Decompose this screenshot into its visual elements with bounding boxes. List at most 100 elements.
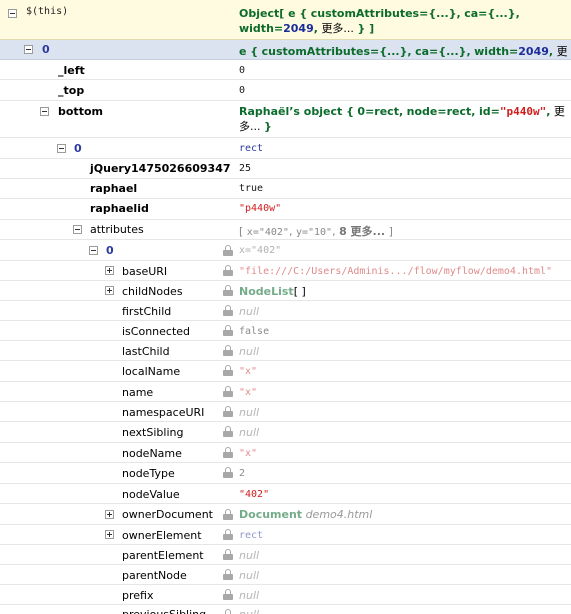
tree-row-isconnected[interactable]: isConnected false bbox=[0, 321, 571, 341]
property-value[interactable]: false bbox=[239, 326, 567, 337]
expand-toggle[interactable] bbox=[105, 510, 114, 519]
tree-row-ownerelement[interactable]: ownerElement rect bbox=[0, 525, 571, 545]
lock-icon bbox=[223, 609, 233, 614]
property-value[interactable]: Object[ e { customAttributes={...}, ca={… bbox=[239, 6, 531, 36]
summary-str: "p440w" bbox=[499, 105, 547, 118]
property-value[interactable]: "p440w" bbox=[239, 203, 567, 214]
property-value[interactable]: [ x="402", y="10", 8 更多... ] bbox=[239, 223, 567, 239]
property-value[interactable]: null bbox=[239, 569, 567, 582]
type-name: Object bbox=[239, 7, 280, 20]
property-key: attributes bbox=[90, 223, 144, 236]
summary-val: rect bbox=[374, 105, 399, 118]
property-key: prefix bbox=[122, 589, 154, 602]
property-value[interactable]: 2 bbox=[239, 468, 567, 479]
property-value[interactable]: "x" bbox=[239, 387, 567, 398]
lock-icon bbox=[223, 426, 233, 437]
property-value[interactable]: null bbox=[239, 549, 567, 562]
property-value[interactable]: "x" bbox=[239, 448, 567, 459]
tree-row-lastchild[interactable]: lastChild null bbox=[0, 341, 571, 361]
bracket-close: ] bbox=[385, 225, 393, 238]
lock-icon bbox=[223, 406, 233, 417]
tree-row-bottom[interactable]: bottom Raphaël’s object { 0=rect, node=r… bbox=[0, 101, 571, 138]
lock-icon bbox=[223, 245, 233, 256]
bracket-open: [ e { bbox=[279, 7, 308, 20]
tree-row-firstchild[interactable]: firstChild null bbox=[0, 301, 571, 321]
tree-row-0[interactable]: 0 e { customAttributes={...}, ca={...}, … bbox=[0, 40, 571, 60]
collapse-toggle[interactable] bbox=[24, 45, 33, 54]
tree-row-top[interactable]: _top 0 bbox=[0, 80, 571, 101]
summary-key: customAttributes bbox=[261, 45, 370, 58]
property-key: ownerElement bbox=[122, 529, 202, 542]
tree-row-nodename[interactable]: nodeName "x" bbox=[0, 443, 571, 463]
property-value[interactable]: Raphaël’s object { 0=rect, node=rect, id… bbox=[239, 104, 567, 134]
tree-row-prefix[interactable]: prefix null bbox=[0, 585, 571, 605]
property-key: name bbox=[122, 386, 154, 399]
property-value[interactable]: rect bbox=[239, 143, 567, 154]
property-key: 0 bbox=[106, 244, 114, 257]
tree-row-parentnode[interactable]: parentNode null bbox=[0, 565, 571, 585]
tree-row-parentelement[interactable]: parentElement null bbox=[0, 545, 571, 565]
collapse-toggle[interactable] bbox=[40, 107, 49, 116]
tree-row-left[interactable]: _left 0 bbox=[0, 60, 571, 80]
property-value[interactable]: null bbox=[239, 345, 567, 358]
lock-icon bbox=[223, 589, 233, 600]
summary-key: ca bbox=[464, 7, 479, 20]
expand-toggle[interactable] bbox=[105, 286, 114, 295]
property-key: parentNode bbox=[122, 569, 187, 582]
tree-row-nodetype[interactable]: nodeType 2 bbox=[0, 463, 571, 484]
property-value[interactable]: 25 bbox=[239, 163, 567, 174]
expand-toggle[interactable] bbox=[105, 530, 114, 539]
collapse-toggle[interactable] bbox=[73, 225, 82, 234]
more-link[interactable]: 更多... bbox=[321, 22, 354, 35]
summary-num: 2049 bbox=[283, 22, 314, 35]
tree-row-baseuri[interactable]: baseURI "file:///C:/Users/Adminis.../flo… bbox=[0, 261, 571, 281]
tree-row-localname[interactable]: localName "x" bbox=[0, 361, 571, 382]
property-key: nodeType bbox=[122, 467, 175, 480]
property-value[interactable]: Document demo4.html bbox=[239, 508, 567, 521]
property-value[interactable]: true bbox=[239, 183, 567, 194]
property-key: namespaceURI bbox=[122, 406, 205, 419]
lock-icon bbox=[223, 467, 233, 478]
property-value[interactable]: "file:///C:/Users/Adminis.../flow/myflow… bbox=[239, 266, 567, 277]
property-value[interactable]: e { customAttributes={...}, ca={...}, wi… bbox=[239, 43, 567, 59]
tree-row-raphael[interactable]: raphael true bbox=[0, 179, 571, 199]
bracket-close: } ] bbox=[357, 22, 375, 35]
property-value[interactable]: x="402" bbox=[239, 245, 567, 256]
property-value[interactable]: null bbox=[239, 426, 567, 439]
expand-toggle[interactable] bbox=[105, 266, 114, 275]
tree-row-name[interactable]: name "x" bbox=[0, 382, 571, 402]
summary-val: ={...}, bbox=[419, 7, 461, 20]
tree-row-attr-0[interactable]: 0 x="402" bbox=[0, 240, 571, 261]
tree-row-attributes[interactable]: attributes [ x="402", y="10", 8 更多... ] bbox=[0, 220, 571, 240]
tree-row-childnodes[interactable]: childNodes NodeList[ ] bbox=[0, 281, 571, 301]
property-value[interactable]: 0 bbox=[239, 65, 567, 76]
type-name: Document bbox=[239, 508, 303, 521]
tree-row-0-rect[interactable]: 0 rect bbox=[0, 138, 571, 159]
tree-row-previoussibling[interactable]: previousSibling null bbox=[0, 605, 571, 614]
property-key: baseURI bbox=[122, 265, 168, 278]
property-value[interactable]: 0 bbox=[239, 85, 567, 96]
summary-item: y="10" bbox=[295, 227, 333, 238]
tree-row-nextsibling[interactable]: nextSibling null bbox=[0, 422, 571, 443]
tree-row-nodevalue[interactable]: nodeValue "402" bbox=[0, 484, 571, 504]
summary-key: width bbox=[474, 45, 510, 58]
tree-row-raphaelid[interactable]: raphaelid "p440w" bbox=[0, 199, 571, 220]
property-value[interactable]: rect bbox=[239, 530, 567, 541]
collapse-toggle[interactable] bbox=[57, 144, 66, 153]
property-value[interactable]: NodeList[ ] bbox=[239, 285, 567, 298]
tree-row-namespaceuri[interactable]: namespaceURI null bbox=[0, 402, 571, 422]
property-value[interactable]: null bbox=[239, 589, 567, 602]
tree-row-ownerdocument[interactable]: ownerDocument Document demo4.html bbox=[0, 504, 571, 525]
property-value[interactable]: "x" bbox=[239, 366, 567, 377]
tree-row-this[interactable]: $(this) Object[ e { customAttributes={..… bbox=[0, 0, 571, 40]
tree-row-jquery[interactable]: jQuery1475026609347 25 bbox=[0, 159, 571, 179]
more-link[interactable]: 更多... bbox=[557, 45, 567, 58]
property-key: 0 bbox=[74, 142, 82, 155]
collapse-toggle[interactable] bbox=[8, 9, 17, 18]
property-value[interactable]: "402" bbox=[239, 489, 567, 500]
collapse-toggle[interactable] bbox=[89, 246, 98, 255]
more-link[interactable]: 8 更多... bbox=[339, 225, 385, 238]
property-value[interactable]: null bbox=[239, 406, 567, 419]
property-value[interactable]: null bbox=[239, 305, 567, 318]
property-value[interactable]: null bbox=[239, 608, 567, 614]
